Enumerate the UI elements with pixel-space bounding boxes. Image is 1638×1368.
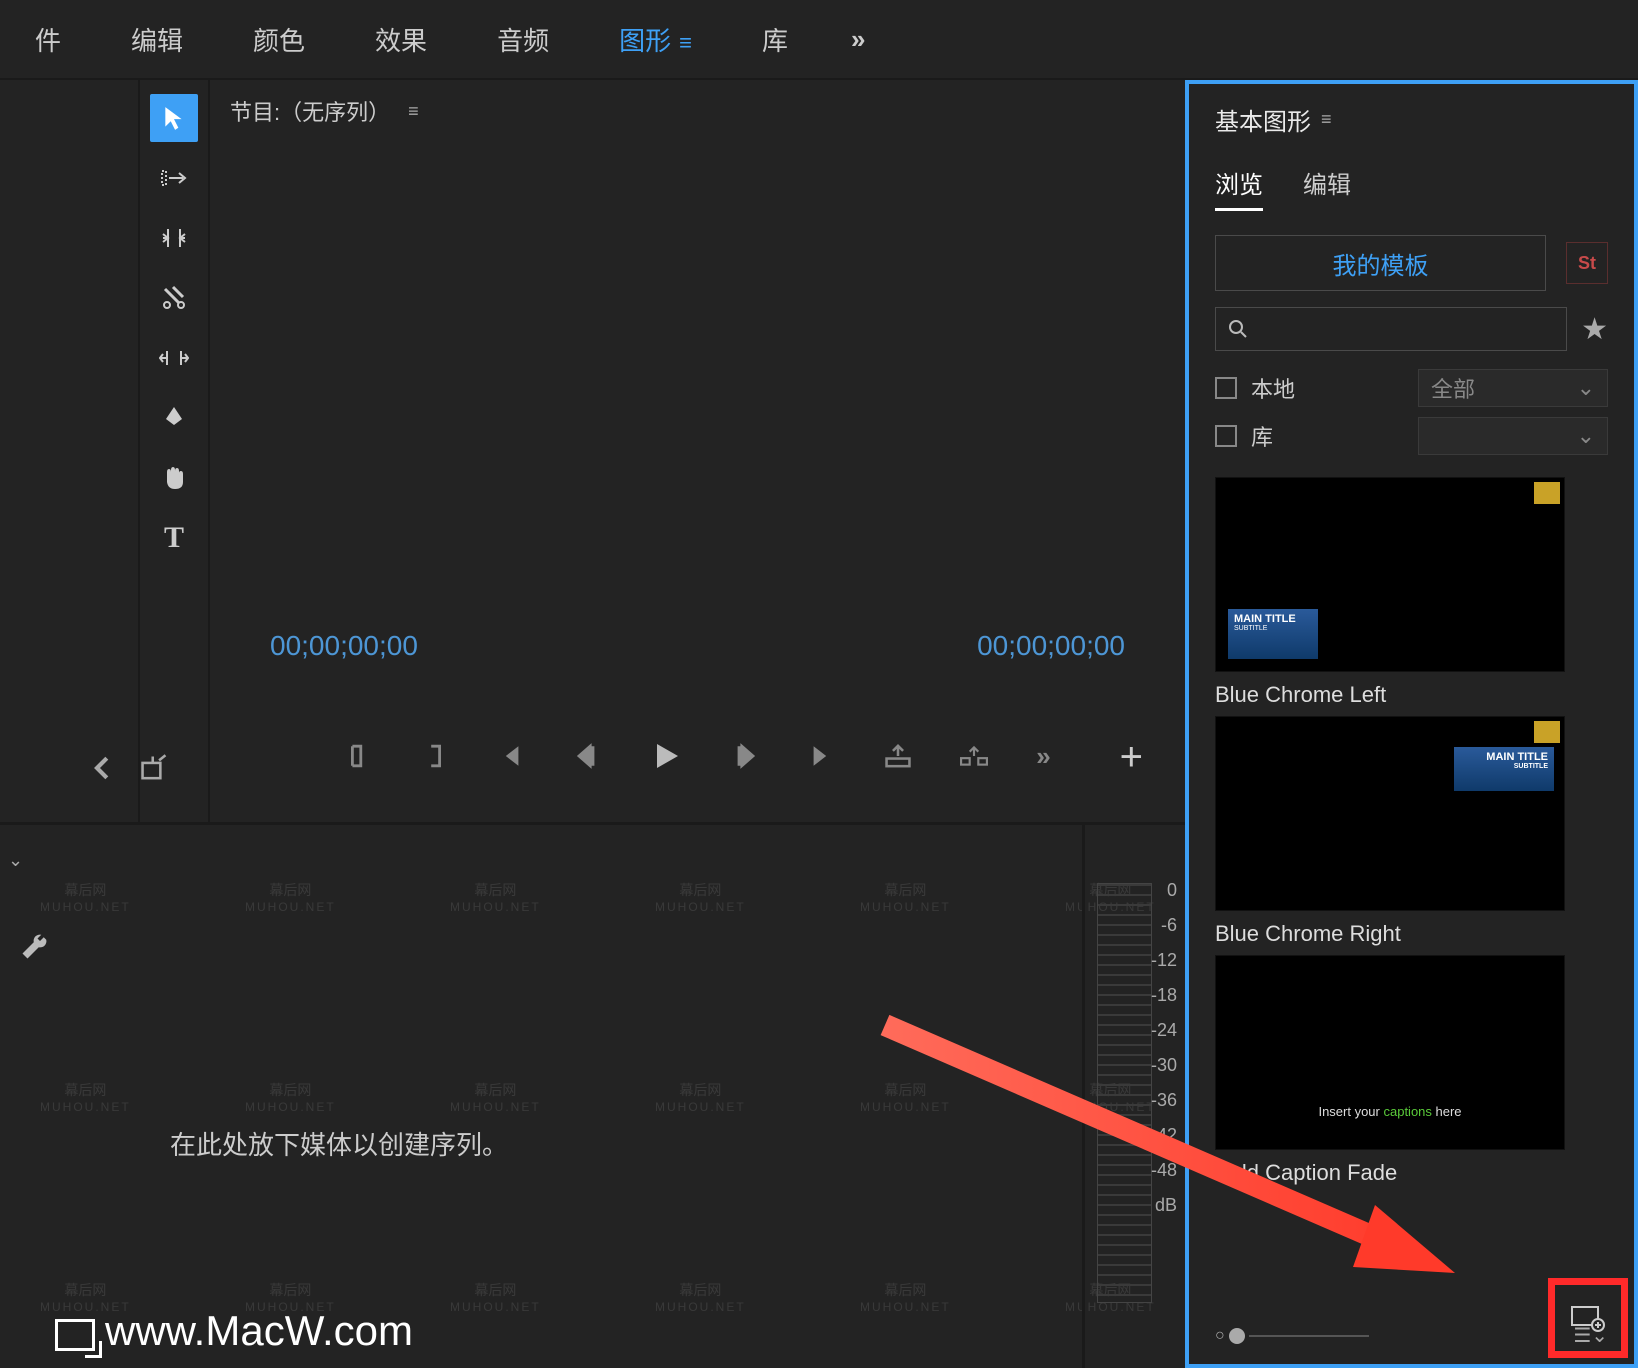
tools-panel: T	[140, 80, 210, 822]
db-tick: -24	[1151, 1020, 1177, 1041]
nav-back-icon[interactable]	[90, 754, 118, 782]
mark-out-icon[interactable]	[420, 742, 448, 770]
menu-audio[interactable]: 音频	[462, 21, 584, 58]
timeline-seq-dropdown[interactable]: ⌄	[8, 850, 23, 871]
menu-overflow[interactable]: »	[823, 24, 895, 55]
transport-controls: »	[210, 738, 1185, 774]
monitor-icon	[55, 1319, 95, 1351]
db-tick: dB	[1151, 1195, 1177, 1216]
template-thumbnail: MAIN TITLESUBTITLE	[1215, 477, 1565, 672]
slip-tool[interactable]	[150, 334, 198, 382]
panel-menu-icon[interactable]: ≡	[1321, 109, 1332, 130]
db-tick: -6	[1151, 915, 1177, 936]
thumbnail-zoom-slider[interactable]: ○	[1215, 1327, 1369, 1345]
adobe-stock-icon[interactable]: St	[1566, 242, 1608, 284]
go-to-out-icon[interactable]	[808, 742, 836, 770]
template-item[interactable]: MAIN TITLESUBTITLE Blue Chrome Left	[1215, 477, 1565, 708]
menu-graphics[interactable]: 图形≡	[584, 21, 727, 58]
template-thumbnail: Insert your captions here	[1215, 955, 1565, 1150]
ripple-edit-tool[interactable]	[150, 214, 198, 262]
audio-meter-panel: 0 -6 -12 -18 -24 -30 -36 -42 -48 dB	[1085, 825, 1185, 1368]
program-title: 节目:（无序列）	[230, 95, 390, 127]
program-monitor: 节目:（无序列） ≡ 00;00;00;00 00;00;00;00	[210, 80, 1185, 822]
text-warning-icon	[1534, 482, 1560, 504]
hand-tool[interactable]	[150, 454, 198, 502]
db-tick: -30	[1151, 1055, 1177, 1076]
audio-meter-bar	[1097, 883, 1152, 1303]
menu-edit[interactable]: 编辑	[96, 21, 218, 58]
local-filter-dropdown[interactable]: 全部⌄	[1418, 369, 1608, 407]
site-watermark: www.MacW.com	[55, 1307, 413, 1356]
type-tool[interactable]: T	[150, 514, 198, 562]
export-frame-icon[interactable]	[140, 754, 168, 782]
selection-tool[interactable]	[150, 94, 198, 142]
chevron-down-icon: ⌄	[1577, 423, 1595, 449]
go-to-in-icon[interactable]	[496, 742, 524, 770]
timeline-drop-hint: 在此处放下媒体以创建序列。	[170, 1125, 508, 1162]
workspace-menu-icon[interactable]: ≡	[679, 30, 692, 55]
template-label: Blue Chrome Right	[1215, 921, 1565, 947]
db-tick: -36	[1151, 1090, 1177, 1111]
chevron-down-icon: ⌄	[1577, 375, 1595, 401]
local-checkbox[interactable]	[1215, 377, 1237, 399]
template-label: Bold Caption Fade	[1215, 1160, 1565, 1186]
tab-browse[interactable]: 浏览	[1215, 165, 1263, 211]
search-input[interactable]	[1215, 307, 1567, 351]
timeline-panel[interactable]: ⌄ 在此处放下媒体以创建序列。	[0, 825, 1085, 1368]
timecode-left[interactable]: 00;00;00;00	[270, 630, 418, 662]
text-warning-icon	[1534, 721, 1560, 743]
button-editor-more[interactable]: »	[1036, 741, 1050, 772]
razor-tool[interactable]	[150, 274, 198, 322]
pen-tool[interactable]	[150, 394, 198, 442]
panel-title: 基本图形	[1215, 102, 1311, 137]
extract-icon[interactable]	[960, 742, 988, 770]
search-icon	[1228, 319, 1248, 339]
my-templates-button[interactable]: 我的模板	[1215, 235, 1546, 291]
library-filter-dropdown[interactable]: ⌄	[1418, 417, 1608, 455]
step-forward-icon[interactable]	[732, 742, 760, 770]
track-select-tool[interactable]	[150, 154, 198, 202]
template-item[interactable]: MAIN TITLESUBTITLE Blue Chrome Right	[1215, 716, 1565, 947]
template-label: Blue Chrome Left	[1215, 682, 1565, 708]
mark-in-icon[interactable]	[344, 742, 372, 770]
search-field[interactable]	[1256, 318, 1554, 341]
play-icon[interactable]	[648, 738, 684, 774]
db-tick: -18	[1151, 985, 1177, 1006]
settings-wrench-icon[interactable]	[20, 931, 50, 961]
favorites-star-icon[interactable]: ★	[1581, 312, 1608, 347]
menu-color[interactable]: 颜色	[218, 21, 340, 58]
menu-assembly[interactable]: 件	[0, 21, 96, 58]
essential-graphics-panel: 基本图形 ≡ 浏览 编辑 我的模板 St ★ 本地 全部⌄ 库 ⌄	[1185, 80, 1638, 1368]
db-tick: -42	[1151, 1125, 1177, 1146]
library-checkbox[interactable]	[1215, 425, 1237, 447]
tab-edit[interactable]: 编辑	[1303, 165, 1351, 211]
db-tick: 0	[1151, 880, 1177, 901]
db-tick: -48	[1151, 1160, 1177, 1181]
filter-library-label: 库	[1251, 420, 1273, 452]
step-back-icon[interactable]	[572, 742, 600, 770]
panel-menu-icon[interactable]: ≡	[408, 101, 419, 122]
lift-icon[interactable]	[884, 742, 912, 770]
template-thumbnail: MAIN TITLESUBTITLE	[1215, 716, 1565, 911]
install-template-icon[interactable]	[1570, 1303, 1606, 1333]
left-empty-panel	[0, 80, 140, 822]
db-tick: -12	[1151, 950, 1177, 971]
menu-effects[interactable]: 效果	[340, 21, 462, 58]
annotation-highlight	[1548, 1278, 1628, 1358]
add-transport-button[interactable]: +	[1120, 735, 1143, 780]
menu-libraries[interactable]: 库	[727, 21, 823, 58]
filter-local-label: 本地	[1251, 372, 1295, 404]
timecode-right[interactable]: 00;00;00;00	[977, 630, 1125, 662]
template-item[interactable]: Insert your captions here Bold Caption F…	[1215, 955, 1565, 1186]
top-menu-bar: 件 编辑 颜色 效果 音频 图形≡ 库 »	[0, 0, 1638, 78]
